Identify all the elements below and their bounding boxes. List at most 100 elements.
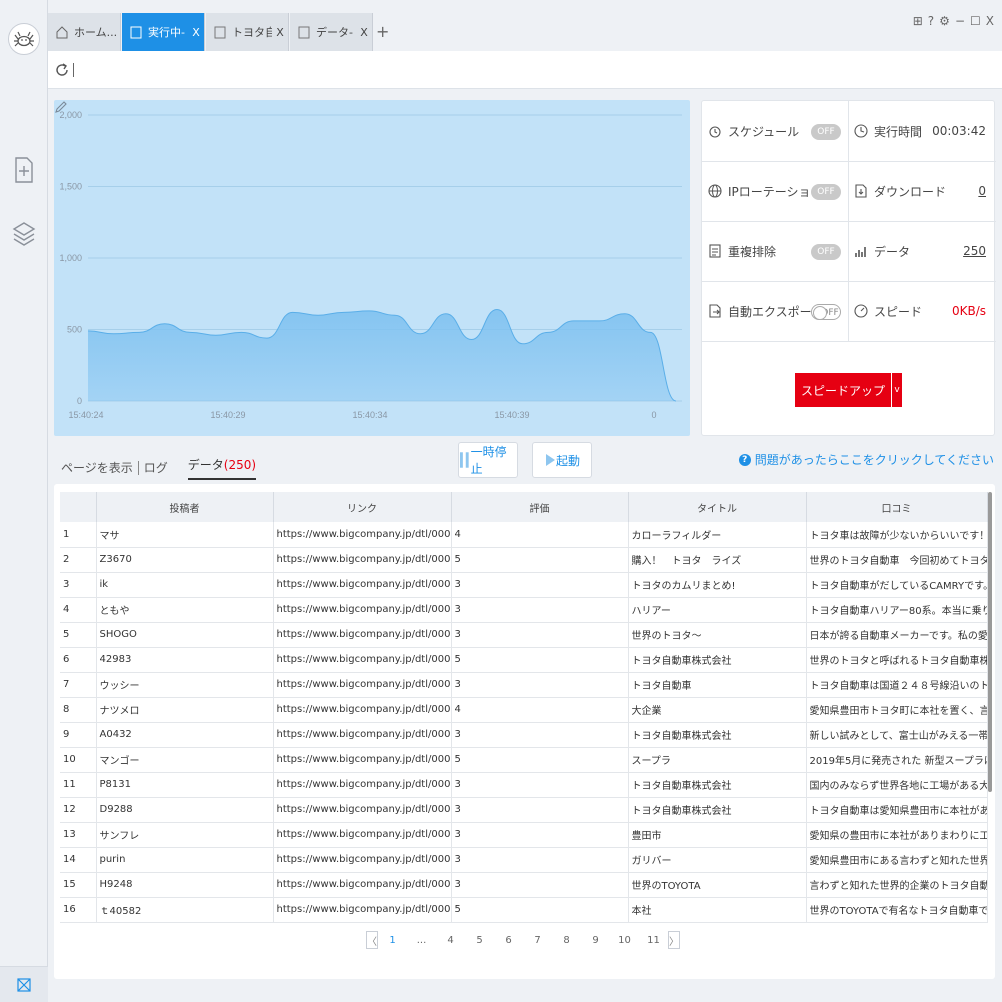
table-row[interactable]: 5SHOGOhttps://www.bigcompany.jp/dtl/0000… [60,622,988,648]
download-icon [855,184,867,198]
tab-label: 実行中-ト... [148,26,188,39]
page-number[interactable]: 5 [465,935,494,946]
tab-label: データ-ト... [316,26,356,39]
table-row[interactable]: 9A0432https://www.bigcompany.jp/dtl/0000… [60,722,988,748]
table-row[interactable]: 16 ｔ40582 https://www.bigcompany.jp/dtl/00… [60,897,988,923]
table-cell: https://www.bigcompany.jp/dtl/0000269595… [273,622,452,648]
auto-export-toggle[interactable]: OFF [811,304,841,320]
x-tick-label: 15:40:29 [210,410,245,420]
close-tab-icon[interactable]: X [188,26,204,39]
table-cell: 5 [451,897,629,923]
table-cell: 7 [60,672,97,698]
tab-home[interactable]: ホーム... [48,13,121,51]
table-cell: 愛知県豊田市トヨタ町に本社を置く、言わずと知れ... [806,697,988,723]
tab-page-view[interactable]: ページを表示 [61,459,133,476]
column-header[interactable]: 投稿者 [96,492,274,522]
table-row[interactable]: 14 purin https://www.bigcompany.jp/dtl/000… [60,847,988,873]
table-row[interactable]: 4ともやhttps://www.bigcompany.jp/dtl/000026… [60,597,988,623]
table-cell: https://www.bigcompany.jp/dtl/0000269595… [273,522,452,548]
table-row[interactable]: 11 P8131 https://www.bigcompany.jp/dtl/000… [60,772,988,798]
reload-icon[interactable] [54,62,70,78]
settings-icon[interactable]: ⚙ [939,14,950,28]
page-number[interactable]: 10 [610,935,639,946]
table-cell: 購入！ トヨタ ライズ [628,547,807,573]
table-row[interactable]: 1マサhttps://www.bigcompany.jp/dtl/0000269… [60,522,988,548]
page-number[interactable]: 4 [436,935,465,946]
ip-rotation-toggle[interactable]: OFF [811,184,841,200]
table-scrollbar[interactable] [988,492,992,792]
table-cell: 13 [60,822,97,848]
app-logo[interactable] [8,23,40,55]
table-row[interactable]: 13サンフレhttps://www.bigcompany.jp/dtl/0000… [60,822,988,848]
column-header[interactable]: リンク [273,492,452,522]
tab-running[interactable]: 実行中-ト... X [122,13,205,51]
window-controls: ⊞ ? ⚙ − ☐ X [913,14,994,28]
collapse-sidebar-button[interactable] [0,966,48,1002]
auto-export-label: 自動エクスポート [728,304,824,319]
close-tab-icon[interactable]: X [356,26,372,39]
pause-icon [459,452,469,468]
prev-page-icon[interactable]: 〈 [366,931,378,949]
column-header[interactable]: 口コミ [806,492,988,522]
table-cell: 12 [60,797,97,823]
column-header[interactable]: タイトル [628,492,807,522]
tab-toyota[interactable]: トヨタ自... X [206,13,289,51]
data-value[interactable]: 250 [963,244,986,258]
table-row[interactable]: 3ikhttps://www.bigcompany.jp/dtl/0000269… [60,572,988,598]
schedule-setting: スケジュール OFF [708,101,848,161]
table-row[interactable]: 7ウッシーhttps://www.bigcompany.jp/dtl/00002… [60,672,988,698]
table-cell: 3 [451,772,629,798]
table-row[interactable]: 15 H9248 https://www.bigcompany.jp/dtl/000… [60,872,988,898]
document-icon [298,26,310,38]
column-header[interactable] [60,492,97,522]
new-tab-button[interactable]: + [376,22,389,41]
page-number[interactable]: 11 [639,935,668,946]
table-cell: 世界のトヨタ自動車 今回初めてトヨタ車 ライズ... [806,547,988,573]
y-tick-label: 500 [67,325,82,335]
stats-panel: スケジュール OFF 実行時間 00:03:42 IPローテーション OFF ダ… [701,100,996,436]
table-cell: https://www.bigcompany.jp/dtl/0000269595… [273,797,452,823]
close-window-icon[interactable]: X [986,14,994,28]
table-cell: https://www.bigcompany.jp/dtl/0000269595… [273,572,452,598]
page-number[interactable]: 8 [552,935,581,946]
table-row[interactable]: 8ナツメロhttps://www.bigcompany.jp/dtl/00002… [60,697,988,723]
tab-data[interactable]: データ-ト... X [290,13,373,51]
table-row[interactable]: 12 D9288 https://www.bigcompany.jp/dtl/000… [60,797,988,823]
help-icon[interactable]: ? [928,14,934,28]
table-cell: トヨタ自動車 [628,672,807,698]
page-number[interactable]: 6 [494,935,523,946]
new-task-icon[interactable] [12,156,36,184]
tab-log[interactable]: ログ [144,459,168,476]
tab-data-view[interactable]: データ(250) [187,456,257,480]
start-label: 起動 [555,453,580,468]
table-cell: 愛知県豊田市にある言わずと知れた世界のガリバー... [806,847,988,873]
page-number[interactable]: 9 [581,935,610,946]
table-cell: マンゴー [96,747,274,773]
schedule-toggle[interactable]: OFF [811,124,841,140]
table-row[interactable]: 10マンゴーhttps://www.bigcompany.jp/dtl/0000… [60,747,988,773]
table-row[interactable]: 2Z3670https://www.bigcompany.jp/dtl/0000… [60,547,988,573]
pause-button[interactable]: 一時停止 [458,442,518,478]
layers-icon[interactable] [12,220,36,248]
column-header[interactable]: 評価 [451,492,629,522]
table-cell: https://www.bigcompany.jp/dtl/0000269595… [273,722,452,748]
minimize-icon[interactable]: − [955,14,965,28]
maximize-icon[interactable]: ☐ [970,14,981,28]
speedup-dropdown-icon[interactable]: v [891,373,902,407]
table-cell: https://www.bigcompany.jp/dtl/0000269595… [273,647,452,673]
speedup-button[interactable]: スピードアップ [795,373,891,407]
close-tab-icon[interactable]: X [272,26,288,39]
dedup-toggle[interactable]: OFF [811,244,841,260]
next-page-icon[interactable]: 〉 [668,931,680,949]
table-row[interactable]: 642983https://www.bigcompany.jp/dtl/0000… [60,647,988,673]
help-link[interactable]: ? 問題があったらここをクリックしてください [738,451,994,468]
start-button[interactable]: 起動 [532,442,592,478]
page-number[interactable]: 7 [523,935,552,946]
page-number[interactable]: 1 [378,935,407,946]
data-table: 投稿者 リンク 評価 タイトル 口コミ 1 マサ https://www.bigcompan… [60,492,988,923]
edit-chart-icon[interactable] [54,100,68,114]
table-cell: ともや [96,597,274,623]
download-value[interactable]: 0 [978,184,986,198]
runtime-stat: 実行時間 00:03:42 [854,101,996,161]
gift-icon[interactable]: ⊞ [913,14,923,28]
